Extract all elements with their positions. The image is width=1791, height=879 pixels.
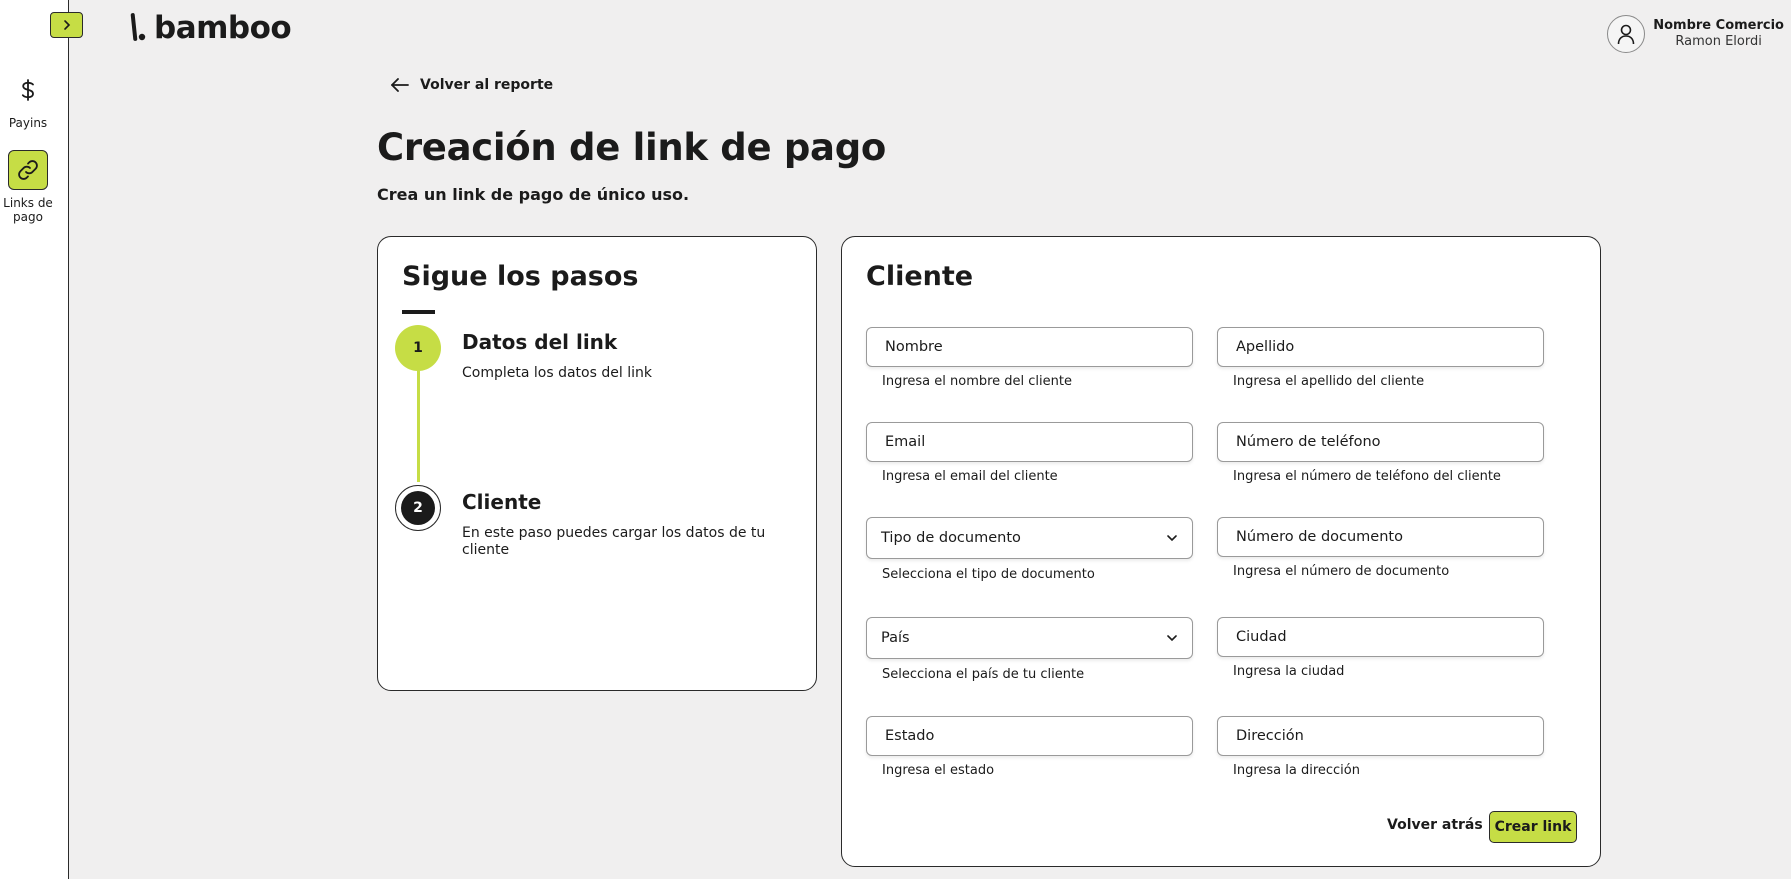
country-label: País [881,630,910,646]
page-subtitle: Crea un link de pago de único uso. [377,185,690,204]
address-hint: Ingresa la dirección [1233,763,1360,778]
user-company: Nombre Comercio [1653,18,1784,33]
client-form-title: Cliente [866,261,974,292]
bamboo-logo-icon [130,13,146,41]
go-back-button[interactable]: Volver atrás [1387,817,1483,833]
address-field[interactable]: Dirección [1217,716,1544,756]
link-icon [8,150,48,190]
step-2-indicator: 2 [395,485,441,531]
document-type-select[interactable]: Tipo de documento [866,517,1193,559]
city-field[interactable]: Ciudad [1217,617,1544,657]
step-1-indicator: 1 [395,325,441,371]
sidebar-item-label: Payins [8,116,48,130]
step-2-description: En este paso puedes cargar los datos de … [462,525,766,558]
back-to-report-link[interactable]: Volver al reporte [390,77,553,93]
sidebar-item-label: Links de pago [3,196,53,224]
steps-card: Sigue los pasos 1 Datos del link Complet… [377,236,817,691]
brand-logo[interactable]: bamboo [130,10,292,46]
steps-title: Sigue los pasos [402,261,639,292]
phone-field[interactable]: Número de teléfono [1217,422,1544,462]
user-icon [1617,24,1635,45]
back-link-label: Volver al reporte [420,77,554,93]
user-info: Nombre Comercio Ramon Elordi [1653,18,1784,50]
steps-title-underline [402,310,435,314]
country-select[interactable]: País [866,617,1193,659]
user-name: Ramon Elordi [1675,34,1762,49]
page-title: Creación de link de pago [377,126,886,169]
step-2-number: 2 [401,491,435,525]
city-hint: Ingresa la ciudad [1233,664,1345,679]
document-number-field[interactable]: Número de documento [1217,517,1544,557]
nombre-field[interactable]: Nombre [866,327,1193,367]
phone-hint: Ingresa el número de teléfono del client… [1233,469,1501,484]
email-hint: Ingresa el email del cliente [882,469,1058,484]
country-hint: Selecciona el país de tu cliente [882,667,1085,682]
sidebar-item-links-de-pago[interactable]: Links de pago [0,150,56,224]
client-form-card: Cliente Nombre Ingresa el nombre del cli… [841,236,1601,867]
apellido-field[interactable]: Apellido [1217,327,1544,367]
state-field[interactable]: Estado [866,716,1193,756]
document-number-hint: Ingresa el número de documento [1233,564,1450,579]
step-1-title: Datos del link [462,330,618,354]
step-progress-line [417,352,420,482]
sidebar-item-payins[interactable]: Payins [0,70,56,130]
brand-name: bamboo [154,10,292,46]
user-menu[interactable]: Nombre Comercio Ramon Elordi [1607,15,1784,53]
apellido-hint: Ingresa el apellido del cliente [1233,374,1425,389]
email-field[interactable]: Email [866,422,1193,462]
avatar[interactable] [1607,15,1646,53]
sidebar-toggle-button[interactable] [50,12,83,38]
state-hint: Ingresa el estado [882,763,995,778]
step-2-title: Cliente [462,490,542,514]
arrow-left-icon [391,78,409,92]
document-type-hint: Selecciona el tipo de documento [882,567,1095,582]
create-link-button[interactable]: Crear link [1489,811,1577,843]
chevron-down-icon [1167,535,1177,542]
document-type-label: Tipo de documento [881,530,1021,546]
chevron-down-icon [1167,635,1177,642]
sidebar: Payins Links de pago [0,0,69,879]
dollar-icon [8,70,48,110]
chevron-right-icon [63,20,70,30]
nombre-hint: Ingresa el nombre del cliente [882,374,1072,389]
step-1-description: Completa los datos del link [462,365,652,381]
